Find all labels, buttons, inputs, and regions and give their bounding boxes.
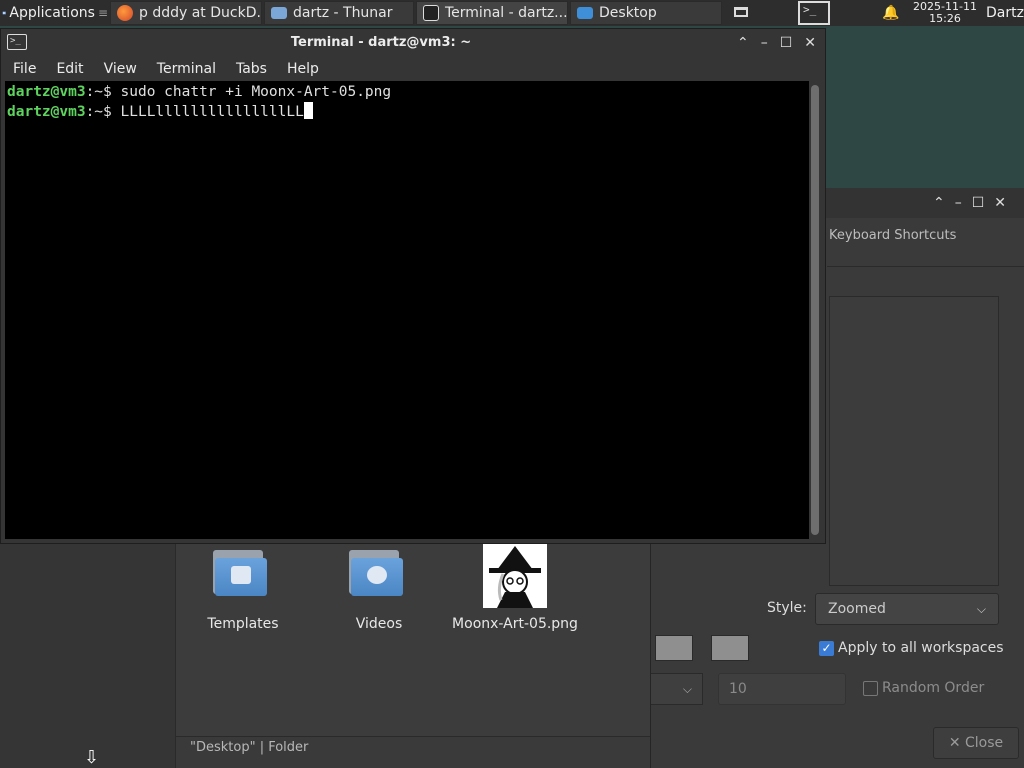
menu-terminal[interactable]: Terminal	[145, 61, 224, 77]
close-icon[interactable]: ✕	[994, 195, 1006, 211]
terminal-screen[interactable]: dartz@vm3:~$ sudo chattr +i Moonx-Art-05…	[5, 81, 809, 539]
primary-color-swatch[interactable]	[655, 635, 693, 661]
apply-all-workspaces-checkbox[interactable]: ✓ Apply to all workspaces	[819, 640, 1004, 656]
change-interval-spinbox[interactable]: 10	[718, 673, 846, 705]
file-name: Videos	[355, 616, 403, 632]
style-label: Style:	[767, 600, 807, 616]
close-icon[interactable]: ✕	[804, 35, 816, 51]
thunar-file-view[interactable]: Templates Videos Moonx-Art-05.png	[176, 540, 650, 736]
terminal-menubar: File Edit View Terminal Tabs Help	[1, 57, 825, 81]
color-mode-select[interactable]: ⌵	[651, 673, 703, 705]
wallpaper-preview-list[interactable]	[829, 296, 999, 586]
notification-bell-icon[interactable]: 🔔	[882, 5, 899, 21]
mouse-cursor-icon: ⇩	[84, 747, 100, 768]
secondary-color-swatch[interactable]	[711, 635, 749, 661]
xfce-logo-icon	[2, 11, 6, 15]
command-text: sudo chattr +i Moonx-Art-05.png	[120, 84, 392, 100]
close-x-icon: ✕	[948, 735, 961, 751]
spin-value: 10	[729, 681, 747, 697]
prompt-path: :~$	[85, 84, 121, 100]
user-menu[interactable]: Dartz	[986, 0, 1024, 26]
witch-artwork-icon	[489, 546, 541, 608]
file-name: Templates	[207, 616, 279, 632]
templates-folder-icon	[211, 544, 275, 608]
file-item-templates[interactable]: Templates	[178, 544, 308, 632]
task-terminal[interactable]: Terminal - dartz...	[416, 1, 568, 25]
chevron-down-icon: ⌵	[976, 602, 986, 616]
terminal-launcher-icon[interactable]: >_	[798, 1, 830, 25]
menu-separator-icon: ≡	[97, 6, 108, 20]
task-label: dartz - Thunar	[293, 5, 393, 21]
terminal-scrollbar[interactable]	[811, 85, 819, 535]
clock-time: 15:26	[929, 12, 961, 25]
file-item-videos[interactable]: Videos	[314, 544, 444, 632]
task-label: p dddy at DuckD...	[139, 5, 262, 21]
text-cursor	[303, 102, 313, 119]
prompt-path: :~$	[85, 104, 121, 120]
image-thumbnail	[483, 544, 547, 608]
clock[interactable]: 2025-11-11 15:26	[906, 0, 984, 25]
thunar-statusbar: "Desktop" | Folder	[176, 736, 650, 768]
thunar-sidebar[interactable]	[0, 540, 176, 768]
close-label: Close	[965, 735, 1004, 751]
task-thunar[interactable]: dartz - Thunar	[264, 1, 414, 25]
task-label: Terminal - dartz...	[445, 5, 568, 21]
minimize-icon[interactable]: –	[955, 195, 962, 211]
random-order-label: Random Order	[882, 680, 985, 696]
top-panel: Applications ≡ p dddy at DuckD... dartz …	[0, 0, 1024, 26]
style-select[interactable]: Zoomed ⌵	[815, 593, 999, 625]
chevron-up-icon[interactable]: ⌃	[933, 195, 945, 211]
menu-view[interactable]: View	[92, 61, 145, 77]
menu-tabs[interactable]: Tabs	[224, 61, 275, 77]
terminal-line: dartz@vm3:~$ LLLLlllllllllllllllLL	[7, 102, 807, 122]
tab-keyboard-shortcuts[interactable]: Keyboard Shortcuts	[829, 228, 956, 243]
maximize-icon[interactable]: ☐	[972, 195, 985, 211]
terminal-window[interactable]: >_ Terminal - dartz@vm3: ~ ⌃ – ☐ ✕ File …	[0, 28, 826, 544]
random-order-checkbox[interactable]: Random Order	[863, 680, 984, 696]
applications-menu-button[interactable]: Applications ≡	[0, 0, 110, 26]
show-desktop-button[interactable]	[734, 7, 748, 17]
videos-folder-icon	[347, 544, 411, 608]
minimize-icon[interactable]: –	[761, 35, 768, 51]
close-button[interactable]: ✕ Close	[933, 727, 1019, 759]
prompt-user: dartz@vm3	[7, 104, 86, 120]
terminal-titlebar[interactable]: >_ Terminal - dartz@vm3: ~ ⌃ – ☐ ✕	[1, 29, 825, 57]
checkbox-unchecked-icon	[863, 680, 878, 696]
terminal-line: dartz@vm3:~$ sudo chattr +i Moonx-Art-05…	[7, 83, 807, 102]
style-value: Zoomed	[828, 601, 886, 617]
file-item-moonx-art[interactable]: Moonx-Art-05.png	[450, 544, 580, 632]
task-firefox[interactable]: p dddy at DuckD...	[110, 1, 262, 25]
maximize-icon[interactable]: ☐	[780, 35, 793, 51]
task-desktop[interactable]: Desktop	[570, 1, 722, 25]
menu-help[interactable]: Help	[275, 61, 327, 77]
terminal-title: Terminal - dartz@vm3: ~	[290, 35, 472, 50]
chevron-up-icon[interactable]: ⌃	[737, 35, 749, 51]
menu-edit[interactable]: Edit	[44, 61, 91, 77]
checkbox-checked-icon: ✓	[819, 640, 834, 656]
task-label: Desktop	[599, 5, 657, 21]
applications-label: Applications	[9, 5, 95, 21]
desktop-icon	[577, 7, 593, 19]
tab-divider	[827, 266, 1024, 267]
apply-all-label: Apply to all workspaces	[838, 640, 1004, 656]
menu-file[interactable]: File	[1, 61, 44, 77]
folder-icon	[271, 7, 287, 19]
command-text: LLLLlllllllllllllllLL	[120, 104, 304, 120]
terminal-icon	[423, 5, 439, 21]
file-name: Moonx-Art-05.png	[452, 616, 578, 632]
firefox-icon	[117, 5, 133, 21]
thunar-window: Templates Videos Moonx-Art-05.png "Deskt…	[0, 540, 650, 768]
chevron-down-icon: ⌵	[682, 682, 692, 696]
prompt-user: dartz@vm3	[7, 84, 86, 100]
